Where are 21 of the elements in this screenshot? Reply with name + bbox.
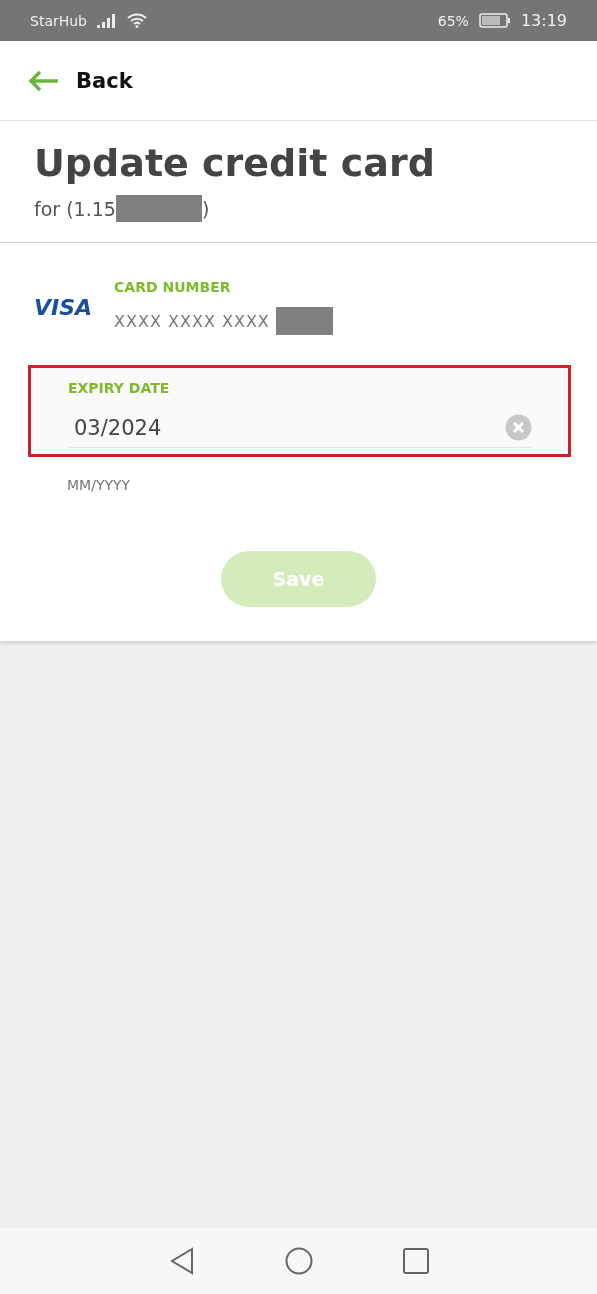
- page-title: Update credit card: [34, 141, 436, 185]
- visa-logo: VISA: [34, 294, 93, 320]
- account-prefix: for (1.15: [34, 197, 116, 220]
- back-arrow-icon[interactable]: [28, 69, 60, 92]
- account-suffix: ): [201, 197, 210, 220]
- expiry-label: EXPIRY DATE: [68, 380, 171, 396]
- expiry-input[interactable]: 03/2024: [74, 415, 505, 440]
- back-triangle-icon[interactable]: [168, 1247, 195, 1275]
- format-hint: MM/YYYY: [67, 477, 132, 493]
- card-number-label: CARD NUMBER: [114, 279, 232, 295]
- clock-time: 13:19: [520, 11, 567, 30]
- expiry-field[interactable]: EXPIRY DATE 03/2024: [28, 365, 571, 457]
- home-circle-icon[interactable]: [284, 1247, 313, 1275]
- wifi-icon: [127, 13, 147, 28]
- signal-icon: [97, 13, 117, 28]
- card-number: XXXX XXXX XXXX: [114, 311, 270, 331]
- back-link[interactable]: Back: [76, 68, 133, 93]
- recents-square-icon[interactable]: [402, 1248, 429, 1274]
- battery-icon: [478, 13, 511, 28]
- battery-percent: 65%: [437, 12, 469, 29]
- carrier-name: StarHub: [30, 12, 87, 29]
